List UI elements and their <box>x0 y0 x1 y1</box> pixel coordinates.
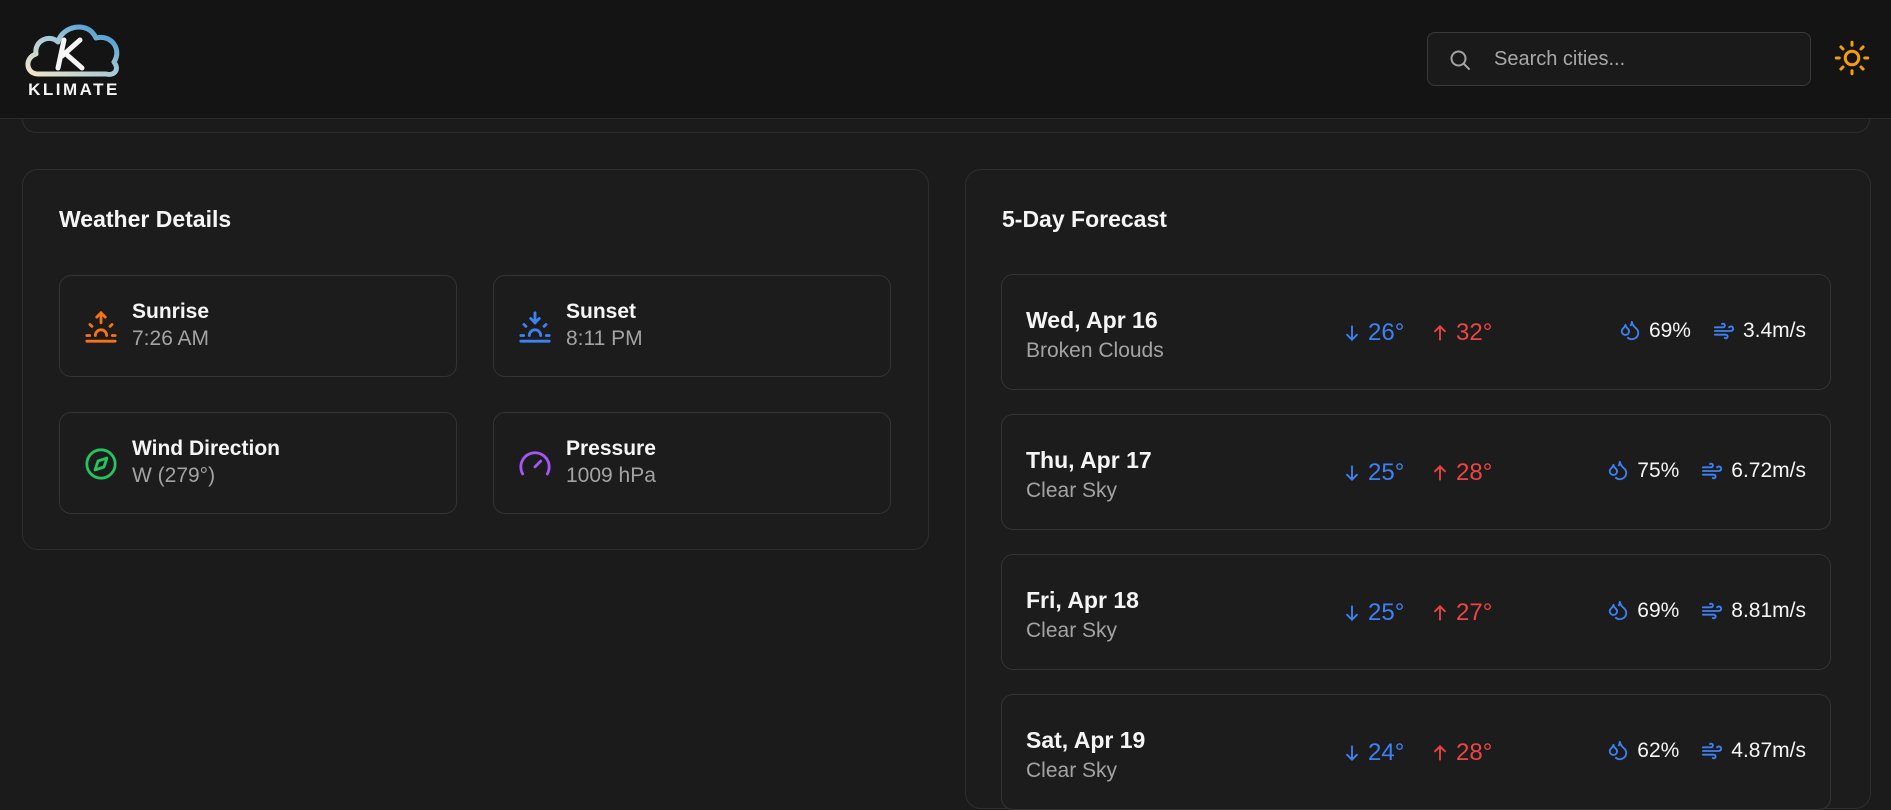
sunrise-icon <box>85 310 117 343</box>
arrow-up-icon <box>1434 465 1446 481</box>
arrow-up-icon <box>1434 325 1446 341</box>
forecast-row: Thu, Apr 17 Clear Sky 25° 28° 75% 6.72m/… <box>1001 414 1831 530</box>
detail-sunset: Sunset 8:11 PM <box>493 275 891 377</box>
detail-wind-direction: Wind Direction W (279°) <box>59 412 457 514</box>
droplets-icon <box>1609 600 1628 621</box>
forecast-max-temp: 28° <box>1430 459 1492 487</box>
compass-icon <box>85 448 117 480</box>
forecast-humidity: 69% <box>1607 599 1679 623</box>
detail-value: 8:11 PM <box>566 327 643 350</box>
forecast-day: Sat, Apr 19 <box>1026 727 1146 753</box>
wind-icon <box>1702 462 1723 480</box>
sunset-icon <box>519 311 551 343</box>
wind-icon <box>1702 742 1723 760</box>
forecast-max-temp: 27° <box>1430 599 1492 627</box>
forecast-day: Thu, Apr 17 <box>1026 447 1152 473</box>
detail-label: Pressure <box>566 437 656 460</box>
arrow-down-icon <box>1346 465 1358 481</box>
app-header: KLIMATE <box>0 0 1891 119</box>
gauge-icon <box>519 451 551 476</box>
forecast-min-temp: 25° <box>1342 599 1404 627</box>
droplets-icon <box>1620 320 1640 341</box>
droplets-icon <box>1609 460 1628 481</box>
cloud-logo-icon <box>25 24 120 77</box>
forecast-max-temp: 28° <box>1430 739 1492 767</box>
search-icon <box>1450 50 1470 70</box>
forecast-wind: 4.87m/s <box>1701 739 1806 763</box>
forecast-description: Clear Sky <box>1026 619 1118 642</box>
forecast-humidity: 62% <box>1607 739 1679 763</box>
arrow-up-icon <box>1434 605 1446 621</box>
forecast-wind: 3.4m/s <box>1713 319 1806 343</box>
search-input[interactable] <box>1494 33 1794 85</box>
wind-icon <box>1702 602 1723 620</box>
sun-icon <box>1834 40 1870 76</box>
arrow-down-icon <box>1346 605 1358 621</box>
logo-text: KLIMATE <box>28 80 120 99</box>
detail-value: 1009 hPa <box>566 464 656 487</box>
forecast-row: Sat, Apr 19 Clear Sky 24° 28° 62% 4.87m/… <box>1001 694 1831 810</box>
weather-details-card: Weather Details Sunrise 7:26 AM Sunset 8… <box>22 169 929 550</box>
detail-value: 7:26 AM <box>132 327 210 350</box>
forecast-title: 5-Day Forecast <box>1002 206 1167 232</box>
forecast-day: Wed, Apr 16 <box>1026 307 1158 333</box>
forecast-day: Fri, Apr 18 <box>1026 587 1139 613</box>
current-weather-card-bottom <box>22 119 1870 133</box>
forecast-description: Clear Sky <box>1026 479 1118 502</box>
forecast-humidity: 69% <box>1619 319 1691 343</box>
forecast-wind: 6.72m/s <box>1701 459 1806 483</box>
logo[interactable]: KLIMATE <box>24 18 124 100</box>
arrow-down-icon <box>1346 325 1358 341</box>
forecast-min-temp: 24° <box>1342 739 1404 767</box>
droplets-icon <box>1609 740 1628 761</box>
forecast-humidity: 75% <box>1607 459 1679 483</box>
forecast-description: Broken Clouds <box>1026 339 1164 362</box>
forecast-wind: 8.81m/s <box>1701 599 1806 623</box>
detail-sunrise: Sunrise 7:26 AM <box>59 275 457 377</box>
forecast-min-temp: 25° <box>1342 459 1404 487</box>
detail-label: Sunrise <box>132 300 210 323</box>
detail-label: Sunset <box>566 300 637 323</box>
weather-details-title: Weather Details <box>59 206 232 232</box>
forecast-row: Fri, Apr 18 Clear Sky 25° 27° 69% 8.81m/… <box>1001 554 1831 670</box>
forecast-row: Wed, Apr 16 Broken Clouds 26° 32° 69% 3.… <box>1001 274 1831 390</box>
theme-toggle-button[interactable] <box>1834 40 1870 76</box>
detail-value: W (279°) <box>132 464 216 487</box>
wind-icon <box>1713 322 1735 340</box>
forecast-max-temp: 32° <box>1430 319 1492 347</box>
forecast-description: Clear Sky <box>1026 759 1118 782</box>
arrow-down-icon <box>1346 745 1358 761</box>
forecast-min-temp: 26° <box>1342 319 1404 347</box>
detail-pressure: Pressure 1009 hPa <box>493 412 891 514</box>
search-box[interactable] <box>1427 32 1811 86</box>
arrow-up-icon <box>1434 745 1446 761</box>
detail-label: Wind Direction <box>132 437 280 460</box>
